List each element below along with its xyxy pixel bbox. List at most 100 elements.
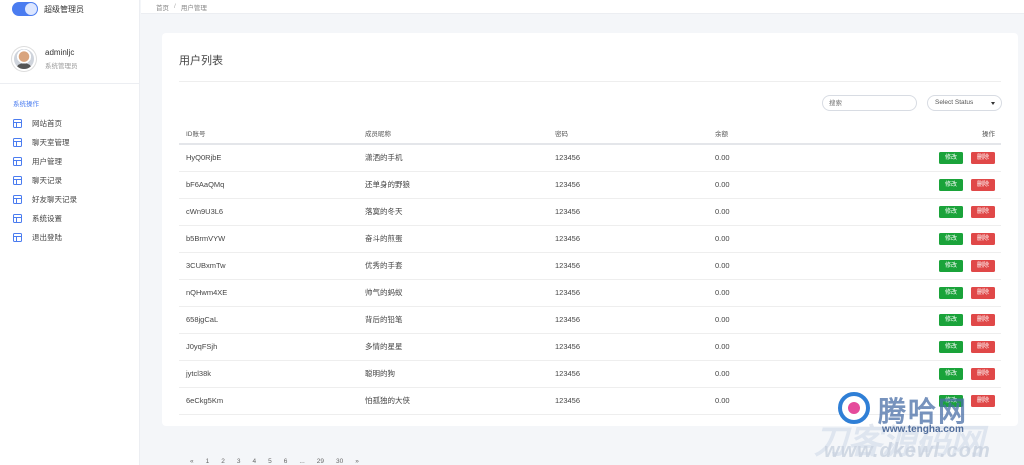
cell-balance: 0.00 [715,225,911,253]
table-body: HyQ0RjbE 潇洒的手机 123456 0.00 修改 删除 bF6AaQMq 还单身的野… [179,144,1001,415]
delete-button[interactable]: 删除 [970,367,995,380]
table-row: 3CUBxmTw 优秀的手套 123456 0.00 修改 删除 [179,252,1001,280]
breadcrumb-current: 用户管理 [180,4,207,12]
page-title: 用户列表 [179,55,223,67]
cell-nickname: 怕孤独的大侠 [365,387,555,415]
cell-id: J0yqFSjh [179,333,365,361]
edit-button[interactable]: 修改 [938,205,963,218]
delete-button[interactable]: 删除 [970,151,995,164]
cell-id: 658jgCaL [179,306,365,334]
edit-button[interactable]: 修改 [938,259,963,272]
page-link[interactable]: 4 [253,458,257,465]
table-header-row: ID账号 成员昵称 密码 余额 操作 [179,122,1001,145]
cell-actions: 修改 删除 [911,387,1001,415]
search-input[interactable] [822,95,917,111]
layout-icon [13,214,22,223]
sidebar-item[interactable]: 聊天室管理 [0,133,139,152]
cell-actions: 修改 删除 [911,225,1001,253]
delete-button[interactable]: 删除 [970,313,995,326]
layout-icon [13,233,22,242]
page-link[interactable]: 1 [206,458,210,465]
breadcrumb-home[interactable]: 首页 [156,2,169,12]
sidebar-item-label: 系统设置 [32,214,62,223]
user-name: adminljc [45,47,75,57]
sidebar-item[interactable]: 好友聊天记录 [0,190,139,209]
layout-icon [13,176,22,185]
cell-actions: 修改 删除 [911,252,1001,280]
page-link[interactable]: 30 [336,458,343,465]
user-role: 系统管理员 [45,62,78,70]
cell-password: 123456 [555,306,715,334]
page-link[interactable]: 6 [284,458,288,465]
cell-nickname: 落寞的冬天 [365,198,555,226]
page-link[interactable]: 2 [221,458,225,465]
breadcrumb-separator: / [174,3,176,10]
cell-balance: 0.00 [715,279,911,307]
cell-id: nQHwm4XE [179,279,365,307]
sidebar-item[interactable]: 系统设置 [0,209,139,228]
table-row: 658jgCaL 背后的铅笔 123456 0.00 修改 删除 [179,306,1001,334]
cell-id: HyQ0RjbE [179,144,365,172]
topbar: 首页 / 用户管理 [141,0,1024,14]
avatar[interactable] [12,46,36,71]
edit-button[interactable]: 修改 [938,178,963,191]
table-row: cWn9U3L6 落寞的冬天 123456 0.00 修改 删除 [179,198,1001,226]
cell-id: b5BrmVYW [179,225,365,253]
delete-button[interactable]: 删除 [970,394,995,407]
cell-password: 123456 [555,279,715,307]
table-row: nQHwm4XE 帅气的蚂蚁 123456 0.00 修改 删除 [179,279,1001,307]
edit-button[interactable]: 修改 [938,232,963,245]
cell-nickname: 还单身的野狼 [365,171,555,199]
brand-title: 超级管理员 [44,4,84,14]
edit-button[interactable]: 修改 [938,286,963,299]
cell-balance: 0.00 [715,360,911,388]
cell-password: 123456 [555,333,715,361]
page-link[interactable]: « [190,458,194,465]
status-select[interactable]: Select Status [927,95,1002,111]
sidebar-item[interactable]: 网站首页 [0,114,139,133]
cell-balance: 0.00 [715,252,911,280]
delete-button[interactable]: 删除 [970,340,995,353]
user-list-card: 用户列表 Select Status ID账号 成员昵称 密码 余额 操作 Hy… [162,33,1018,426]
table-row: bF6AaQMq 还单身的野狼 123456 0.00 修改 删除 [179,171,1001,199]
cell-actions: 修改 删除 [911,333,1001,361]
edit-button[interactable]: 修改 [938,151,963,164]
delete-button[interactable]: 删除 [970,286,995,299]
edit-button[interactable]: 修改 [938,313,963,326]
cell-id: jytcl38k [179,360,365,388]
page-link[interactable]: 5 [268,458,272,465]
cell-actions: 修改 删除 [911,306,1001,334]
pagination: « 1 2 3 4 5 6... 29 30 » [190,458,359,465]
delete-button[interactable]: 删除 [970,232,995,245]
page-link[interactable]: 3 [237,458,241,465]
cell-nickname: 潇洒的手机 [365,144,555,172]
cell-id: 6eCkg5Km [179,387,365,415]
edit-button[interactable]: 修改 [938,340,963,353]
delete-button[interactable]: 删除 [970,205,995,218]
delete-button[interactable]: 删除 [970,178,995,191]
column-header-nickname: 成员昵称 [365,122,555,145]
cell-password: 123456 [555,387,715,415]
sidebar-item[interactable]: 用户管理 [0,152,139,171]
delete-button[interactable]: 删除 [970,259,995,272]
cell-password: 123456 [555,198,715,226]
edit-button[interactable]: 修改 [938,367,963,380]
cell-nickname: 多情的星星 [365,333,555,361]
sidebar-toggle-switch[interactable] [12,2,38,16]
edit-button[interactable]: 修改 [938,394,963,407]
column-header-balance: 余额 [715,122,911,145]
page-link[interactable]: » [355,458,359,465]
page-link[interactable]: ... [299,458,304,465]
sidebar-item-label: 用户管理 [32,157,62,166]
sidebar-item[interactable]: 退出登陆 [0,228,139,247]
cell-actions: 修改 删除 [911,279,1001,307]
table-row: HyQ0RjbE 潇洒的手机 123456 0.00 修改 删除 [179,144,1001,172]
sidebar-item[interactable]: 聊天记录 [0,171,139,190]
user-panel: adminljc 系统管理员 [0,18,139,84]
page-link[interactable]: 29 [317,458,324,465]
cell-password: 123456 [555,252,715,280]
user-table: ID账号 成员昵称 密码 余额 操作 HyQ0RjbE 潇洒的手机 123456 0.… [179,122,1001,415]
cell-actions: 修改 删除 [911,360,1001,388]
status-select-value: Select Status [935,99,974,106]
sidebar: 超级管理员 adminljc 系统管理员 系统操作 网站首页 聊天室管理 用户管理聊… [0,0,140,465]
